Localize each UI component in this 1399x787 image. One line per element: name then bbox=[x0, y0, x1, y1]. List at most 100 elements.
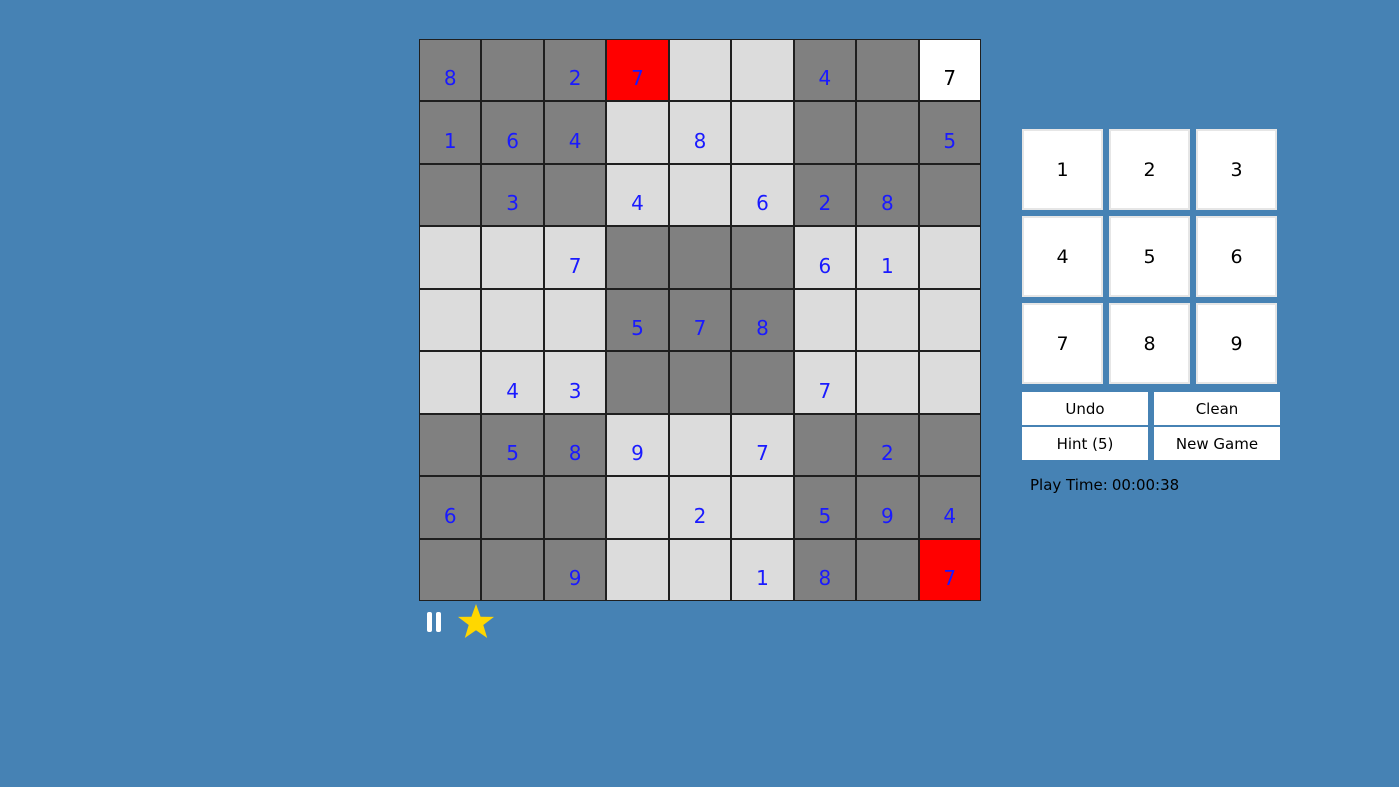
board-cell-r9-c4[interactable] bbox=[607, 539, 668, 600]
board-cell-r8-c5[interactable]: 2 bbox=[669, 477, 731, 538]
board-cell-r6-c3[interactable]: 3 bbox=[544, 352, 606, 413]
board-cell-r9-c9[interactable]: 7 bbox=[919, 539, 980, 600]
board-cell-r5-c9[interactable] bbox=[919, 289, 980, 351]
keypad-key-6[interactable]: 6 bbox=[1196, 216, 1277, 297]
board-cell-r7-c8[interactable]: 2 bbox=[857, 414, 918, 476]
board-cell-r8-c2[interactable] bbox=[482, 477, 543, 538]
favorite-button[interactable] bbox=[457, 603, 495, 641]
board-cell-r2-c3[interactable]: 4 bbox=[544, 102, 606, 163]
keypad-key-1[interactable]: 1 bbox=[1022, 129, 1103, 210]
board-cell-r1-c2[interactable] bbox=[482, 40, 543, 101]
keypad-key-7[interactable]: 7 bbox=[1022, 303, 1103, 384]
board-cell-r6-c5[interactable] bbox=[669, 352, 731, 413]
board-cell-r9-c3[interactable]: 9 bbox=[544, 539, 606, 600]
board-cell-r3-c3[interactable] bbox=[544, 164, 606, 226]
board-cell-r4-c9[interactable] bbox=[919, 227, 980, 288]
new-game-button[interactable]: New Game bbox=[1154, 427, 1280, 460]
board-cell-r5-c3[interactable] bbox=[544, 289, 606, 351]
pause-icon bbox=[425, 612, 443, 632]
board-cell-r2-c7[interactable] bbox=[794, 102, 856, 163]
board-cell-r8-c3[interactable] bbox=[544, 477, 606, 538]
board-cell-r3-c9[interactable] bbox=[919, 164, 980, 226]
board-cell-r8-c4[interactable] bbox=[607, 477, 668, 538]
board-cell-r1-c5[interactable] bbox=[669, 40, 731, 101]
board-cell-r7-c3[interactable]: 8 bbox=[544, 414, 606, 476]
board-cell-r3-c2[interactable]: 3 bbox=[482, 164, 543, 226]
board-cell-r7-c6[interactable]: 7 bbox=[732, 414, 793, 476]
board-cell-r2-c8[interactable] bbox=[857, 102, 918, 163]
board-cell-r7-c2[interactable]: 5 bbox=[482, 414, 543, 476]
board-cell-r6-c9[interactable] bbox=[919, 352, 980, 413]
board-cell-r4-c6[interactable] bbox=[732, 227, 793, 288]
board-cell-r6-c1[interactable] bbox=[420, 352, 481, 413]
pause-button[interactable] bbox=[419, 604, 449, 640]
board-cell-r8-c9[interactable]: 4 bbox=[919, 477, 980, 538]
keypad-key-9[interactable]: 9 bbox=[1196, 303, 1277, 384]
board-cell-r6-c2[interactable]: 4 bbox=[482, 352, 543, 413]
board-cell-r4-c1[interactable] bbox=[420, 227, 481, 288]
action-buttons: Undo Clean Hint (5) New Game bbox=[1022, 392, 1280, 460]
board-cell-r5-c6[interactable]: 8 bbox=[732, 289, 793, 351]
board-cell-r3-c4[interactable]: 4 bbox=[607, 164, 668, 226]
board-cell-r1-c4[interactable]: 7 bbox=[607, 40, 668, 101]
keypad-key-3[interactable]: 3 bbox=[1196, 129, 1277, 210]
board-cell-r9-c5[interactable] bbox=[669, 539, 731, 600]
board-cell-r7-c5[interactable] bbox=[669, 414, 731, 476]
board-cell-r8-c7[interactable]: 5 bbox=[794, 477, 856, 538]
board-cell-r1-c7[interactable]: 4 bbox=[794, 40, 856, 101]
board-cell-r6-c6[interactable] bbox=[732, 352, 793, 413]
keypad-key-8[interactable]: 8 bbox=[1109, 303, 1190, 384]
board-cell-r4-c2[interactable] bbox=[482, 227, 543, 288]
board-cell-r4-c4[interactable] bbox=[607, 227, 668, 288]
board-cell-r3-c8[interactable]: 8 bbox=[857, 164, 918, 226]
board-cell-r9-c8[interactable] bbox=[857, 539, 918, 600]
board-cell-r4-c5[interactable] bbox=[669, 227, 731, 288]
board-cell-r3-c7[interactable]: 2 bbox=[794, 164, 856, 226]
board-cell-r1-c8[interactable] bbox=[857, 40, 918, 101]
board-cell-r7-c9[interactable] bbox=[919, 414, 980, 476]
board-cell-r6-c4[interactable] bbox=[607, 352, 668, 413]
board-cell-r3-c1[interactable] bbox=[420, 164, 481, 226]
board-cell-r4-c8[interactable]: 1 bbox=[857, 227, 918, 288]
board-cell-r8-c1[interactable]: 6 bbox=[420, 477, 481, 538]
keypad-key-5[interactable]: 5 bbox=[1109, 216, 1190, 297]
board-cell-r2-c4[interactable] bbox=[607, 102, 668, 163]
board-cell-r2-c2[interactable]: 6 bbox=[482, 102, 543, 163]
board-cell-r8-c8[interactable]: 9 bbox=[857, 477, 918, 538]
board-cell-r2-c6[interactable] bbox=[732, 102, 793, 163]
board-cell-r8-c6[interactable] bbox=[732, 477, 793, 538]
board-cell-r1-c3[interactable]: 2 bbox=[544, 40, 606, 101]
board-cell-r4-c3[interactable]: 7 bbox=[544, 227, 606, 288]
keypad-key-2[interactable]: 2 bbox=[1109, 129, 1190, 210]
board-cell-r5-c8[interactable] bbox=[857, 289, 918, 351]
keypad-key-4[interactable]: 4 bbox=[1022, 216, 1103, 297]
board-cell-r7-c1[interactable] bbox=[420, 414, 481, 476]
board-cell-r4-c7[interactable]: 6 bbox=[794, 227, 856, 288]
board-cell-r1-c9[interactable]: 7 bbox=[919, 40, 980, 101]
board-cell-r1-c6[interactable] bbox=[732, 40, 793, 101]
sudoku-board: 82747164853462876157843758972625949187 bbox=[419, 39, 981, 601]
undo-button[interactable]: Undo bbox=[1022, 392, 1148, 425]
board-cell-r7-c7[interactable] bbox=[794, 414, 856, 476]
board-cell-r6-c8[interactable] bbox=[857, 352, 918, 413]
board-cell-r7-c4[interactable]: 9 bbox=[607, 414, 668, 476]
board-cell-r2-c9[interactable]: 5 bbox=[919, 102, 980, 163]
clean-button[interactable]: Clean bbox=[1154, 392, 1280, 425]
board-cell-r1-c1[interactable]: 8 bbox=[420, 40, 481, 101]
board-cell-r5-c5[interactable]: 7 bbox=[669, 289, 731, 351]
board-cell-r9-c1[interactable] bbox=[420, 539, 481, 600]
board-cell-r9-c2[interactable] bbox=[482, 539, 543, 600]
board-cell-r2-c1[interactable]: 1 bbox=[420, 102, 481, 163]
board-cell-r6-c7[interactable]: 7 bbox=[794, 352, 856, 413]
board-cell-r3-c5[interactable] bbox=[669, 164, 731, 226]
board-cell-r5-c4[interactable]: 5 bbox=[607, 289, 668, 351]
play-time-value: 00:00:38 bbox=[1111, 476, 1180, 494]
board-cell-r5-c1[interactable] bbox=[420, 289, 481, 351]
board-cell-r9-c6[interactable]: 1 bbox=[732, 539, 793, 600]
board-cell-r3-c6[interactable]: 6 bbox=[732, 164, 793, 226]
board-cell-r9-c7[interactable]: 8 bbox=[794, 539, 856, 600]
board-cell-r5-c7[interactable] bbox=[794, 289, 856, 351]
board-cell-r2-c5[interactable]: 8 bbox=[669, 102, 731, 163]
hint-button[interactable]: Hint (5) bbox=[1022, 427, 1148, 460]
board-cell-r5-c2[interactable] bbox=[482, 289, 543, 351]
